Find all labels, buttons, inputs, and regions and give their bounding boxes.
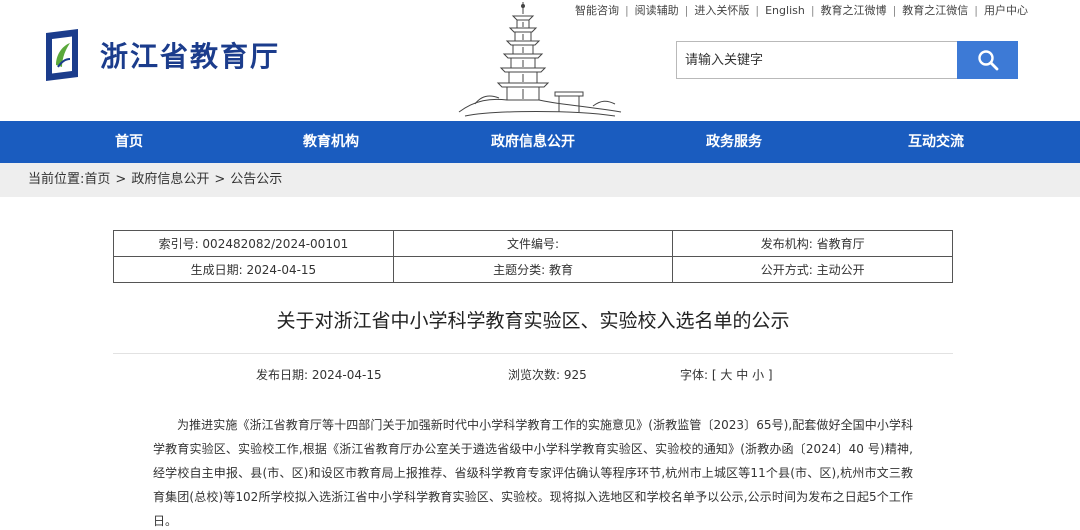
zhejiang-education-logo-icon [46, 29, 78, 81]
meta-doc-no: 文件编号: [392, 230, 674, 257]
font-large-button[interactable]: 大 [720, 368, 732, 382]
table-row: 索引号: 002482082/2024-00101 文件编号: 发布机构: 省教… [113, 230, 953, 257]
link-weibo[interactable]: 教育之江微博 [821, 2, 887, 18]
link-wechat[interactable]: 教育之江微信 [902, 2, 968, 18]
table-row: 生成日期: 2024-04-15 主题分类: 教育 公开方式: 主动公开 [113, 256, 953, 283]
title-divider [113, 353, 953, 354]
meta-publisher: 发布机构: 省教育厅 [672, 230, 953, 257]
site-header: 浙江省教育厅 智能咨询 | 阅读辅助 | 进入关怀版 | English | 教育之江微… [0, 0, 1080, 121]
font-bracket-open: [ [711, 368, 717, 382]
search-box [676, 41, 1018, 79]
top-utility-links: 智能咨询 | 阅读辅助 | 进入关怀版 | English | 教育之江微博 | 教育之江… [575, 2, 1028, 18]
link-user-center[interactable]: 用户中心 [984, 2, 1028, 18]
site-logo[interactable]: 浙江省教育厅 [38, 26, 298, 84]
search-icon [977, 50, 998, 71]
meta-disclosure: 公开方式: 主动公开 [672, 256, 953, 283]
font-size-label: 字体: [680, 368, 709, 382]
font-medium-button[interactable]: 中 [736, 368, 748, 382]
breadcrumb-label: 当前位置: [28, 172, 85, 187]
document-meta-table: 索引号: 002482082/2024-00101 文件编号: 发布机构: 省教… [113, 230, 953, 283]
publish-date: 发布日期: 2024-04-15 [256, 368, 382, 382]
link-separator: | [810, 3, 815, 17]
search-button[interactable] [957, 41, 1018, 79]
pagoda-illustration [458, 2, 622, 117]
breadcrumb-separator: > [214, 172, 226, 187]
meta-index-no: 索引号: 002482082/2024-00101 [113, 230, 394, 257]
nav-item-interaction[interactable]: 互动交流 [908, 121, 964, 163]
article-title: 关于对浙江省中小学科学教育实验区、实验校入选名单的公示 [276, 310, 790, 332]
nav-item-institutions[interactable]: 教育机构 [303, 121, 359, 163]
breadcrumb-gov-info[interactable]: 政府信息公开 [131, 172, 209, 187]
font-small-button[interactable]: 小 [752, 368, 764, 382]
breadcrumb-bar: 当前位置:首页 > 政府信息公开 > 公告公示 [0, 163, 1080, 197]
link-separator: | [974, 3, 978, 17]
font-bracket-close: ] [767, 368, 773, 382]
link-english[interactable]: English [765, 4, 805, 17]
main-nav: 首页 教育机构 政府信息公开 政务服务 互动交流 [0, 121, 1080, 163]
nav-item-gov-info[interactable]: 政府信息公开 [491, 121, 575, 163]
view-count: 浏览次数: 925 [508, 368, 587, 382]
breadcrumb-separator: > [115, 172, 127, 187]
meta-created: 生成日期: 2024-04-15 [113, 256, 394, 283]
site-name: 浙江省教育厅 [100, 40, 281, 73]
breadcrumb-home[interactable]: 首页 [84, 172, 110, 187]
link-separator: | [892, 3, 897, 17]
breadcrumb-announcements[interactable]: 公告公示 [230, 172, 282, 187]
link-separator: | [755, 3, 760, 17]
search-input[interactable] [676, 41, 958, 79]
nav-item-home[interactable]: 首页 [115, 121, 143, 163]
font-size-control: 字体: [ 大 中 小 ] [680, 366, 773, 383]
breadcrumb: 当前位置:首页 > 政府信息公开 > 公告公示 [28, 163, 282, 197]
nav-item-services[interactable]: 政务服务 [706, 121, 762, 163]
meta-category: 主题分类: 教育 [392, 256, 674, 283]
link-separator: | [684, 3, 689, 17]
link-reading-aid[interactable]: 阅读辅助 [635, 2, 679, 18]
link-care-mode[interactable]: 进入关怀版 [694, 2, 749, 18]
article-paragraph: 为推进实施《浙江省教育厅等十四部门关于加强新时代中小学科学教育工作的实施意见》(… [153, 418, 913, 528]
link-separator: | [624, 3, 629, 17]
